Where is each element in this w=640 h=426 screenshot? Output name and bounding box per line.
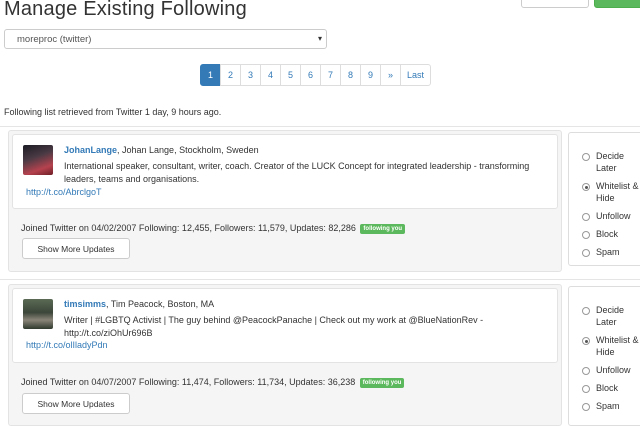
chevron-down-icon: ▾ <box>317 34 322 43</box>
option-label: Whitelist & Hide <box>596 335 639 357</box>
page-title: Manage Existing Following <box>4 0 247 20</box>
user-bio: International speaker, consultant, write… <box>64 161 530 184</box>
radio-button-selected[interactable] <box>582 337 590 345</box>
account-select-value: moreproc (twitter) <box>17 34 92 45</box>
page-7-link[interactable]: 7 <box>320 64 341 86</box>
page-2-link[interactable]: 2 <box>220 64 241 86</box>
username-link[interactable]: JohanLange <box>64 145 117 155</box>
user-stats-text: Joined Twitter on 04/07/2007 Following: … <box>21 377 356 387</box>
following-you-badge: following you <box>359 378 405 388</box>
option-unfollow[interactable]: Unfollow <box>582 211 631 223</box>
radio-button[interactable] <box>582 153 590 161</box>
user-bio: Writer | #LGBTQ Activist | The guy behin… <box>64 315 484 338</box>
page-6-link[interactable]: 6 <box>300 64 321 86</box>
radio-button[interactable] <box>582 249 590 257</box>
user-url-link[interactable]: http://t.co/AbrclgoT <box>26 187 102 197</box>
radio-button[interactable] <box>582 231 590 239</box>
option-label: Decide Later <box>596 151 625 173</box>
avatar <box>23 299 53 329</box>
option-spam[interactable]: Spam <box>582 401 620 413</box>
username-link[interactable]: timsimms <box>64 299 106 309</box>
page-5-link[interactable]: 5 <box>280 64 301 86</box>
top-action-button[interactable] <box>521 0 589 8</box>
option-label: Decide Later <box>596 305 625 327</box>
option-whitelist-hide[interactable]: Whitelist & Hide <box>582 181 640 204</box>
user-details: , Johan Lange, Stockholm, Sweden <box>117 145 259 155</box>
option-label: Block <box>596 229 619 239</box>
page-4-link[interactable]: 4 <box>260 64 281 86</box>
user-heading: timsimms, Tim Peacock, Boston, MA <box>64 299 214 309</box>
page-3-link[interactable]: 3 <box>240 64 261 86</box>
page-1-link[interactable]: 1 <box>200 64 221 86</box>
page-9-link[interactable]: 9 <box>360 64 381 86</box>
divider <box>0 126 640 127</box>
user-card: JohanLange, Johan Lange, Stockholm, Swed… <box>8 130 562 272</box>
radio-button[interactable] <box>582 367 590 375</box>
option-decide-later[interactable]: Decide Later <box>582 305 640 328</box>
user-profile: JohanLange, Johan Lange, Stockholm, Swed… <box>12 134 558 209</box>
radio-button[interactable] <box>582 307 590 315</box>
next-page-link[interactable]: » <box>380 64 401 86</box>
option-label: Block <box>596 383 619 393</box>
radio-button-selected[interactable] <box>582 183 590 191</box>
option-spam[interactable]: Spam <box>582 247 620 259</box>
user-action-options: Decide Later Whitelist & Hide Unfollow B… <box>568 132 640 266</box>
option-label: Unfollow <box>596 211 631 221</box>
option-decide-later[interactable]: Decide Later <box>582 151 640 174</box>
user-details: , Tim Peacock, Boston, MA <box>106 299 215 309</box>
option-whitelist-hide[interactable]: Whitelist & Hide <box>582 335 640 358</box>
user-stats: Joined Twitter on 04/02/2007 Following: … <box>21 223 406 234</box>
status-text: Following list retrieved from Twitter 1 … <box>4 107 222 117</box>
pagination: 1 2 3 4 5 6 7 8 9 » Last <box>200 64 432 86</box>
option-block[interactable]: Block <box>582 383 618 395</box>
user-profile: timsimms, Tim Peacock, Boston, MA Writer… <box>12 288 558 363</box>
radio-button[interactable] <box>582 385 590 393</box>
user-heading: JohanLange, Johan Lange, Stockholm, Swed… <box>64 145 259 155</box>
user-card: timsimms, Tim Peacock, Boston, MA Writer… <box>8 284 562 426</box>
avatar <box>23 145 53 175</box>
option-label: Whitelist & Hide <box>596 181 639 203</box>
show-more-updates-button[interactable]: Show More Updates <box>22 393 130 414</box>
option-block[interactable]: Block <box>582 229 618 241</box>
user-url-link[interactable]: http://t.co/olIladyPdn <box>26 340 108 350</box>
option-label: Spam <box>596 401 620 411</box>
last-page-link[interactable]: Last <box>400 64 432 86</box>
show-more-updates-button[interactable]: Show More Updates <box>22 238 130 259</box>
user-stats-text: Joined Twitter on 04/02/2007 Following: … <box>21 223 356 233</box>
radio-button[interactable] <box>582 213 590 221</box>
option-label: Spam <box>596 247 620 257</box>
user-stats: Joined Twitter on 04/07/2007 Following: … <box>21 377 405 388</box>
divider <box>0 279 640 280</box>
option-unfollow[interactable]: Unfollow <box>582 365 631 377</box>
following-you-badge: following you <box>360 224 406 234</box>
user-action-options: Decide Later Whitelist & Hide Unfollow B… <box>568 286 640 426</box>
account-select[interactable]: moreproc (twitter) ▾ <box>4 29 327 49</box>
option-label: Unfollow <box>596 365 631 375</box>
page-8-link[interactable]: 8 <box>340 64 361 86</box>
top-primary-button[interactable] <box>594 0 640 8</box>
radio-button[interactable] <box>582 403 590 411</box>
